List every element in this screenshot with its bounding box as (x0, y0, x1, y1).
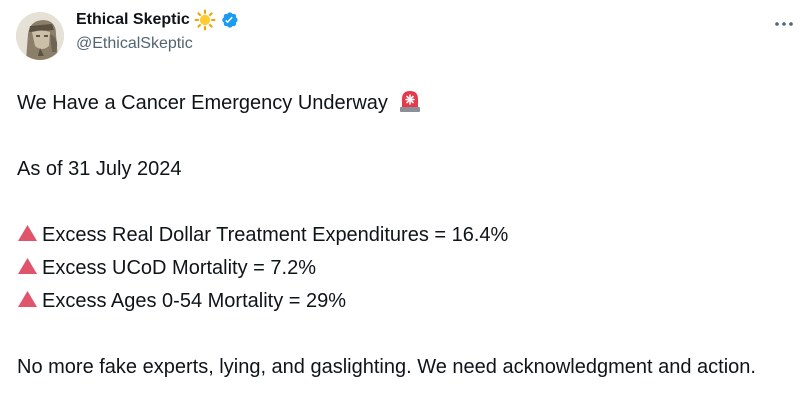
bullet-item: Excess Real Dollar Treatment Expenditure… (17, 219, 797, 252)
tweet: Ethical Skeptic @EthicalSkeptic We Have … (0, 0, 810, 418)
red-triangle-up-icon (18, 258, 37, 274)
closing-text: No more fake experts, lying, and gasligh… (17, 356, 756, 378)
bullet-item: Excess Ages 0-54 Mortality = 29% (17, 285, 797, 318)
author-handle[interactable]: @EthicalSkeptic (76, 35, 239, 53)
bullet-item: Excess UCoD Mortality = 7.2% (17, 252, 797, 285)
name-row: Ethical Skeptic (76, 9, 239, 31)
bullet-text: Excess Ages 0-54 Mortality = 29% (42, 290, 347, 312)
sun-icon (194, 9, 216, 31)
verified-badge-icon[interactable] (219, 10, 239, 30)
date-line: As of 31 July 2024 (17, 158, 182, 180)
more-options-button[interactable] (772, 12, 796, 36)
avatar[interactable] (16, 12, 64, 60)
bullet-text: Excess Real Dollar Treatment Expenditure… (42, 224, 509, 246)
tweet-body: We Have a Cancer Emergency Underway As o… (17, 87, 797, 384)
more-horizontal-icon (775, 22, 793, 26)
pharaoh-portrait-avatar-icon (16, 12, 64, 60)
red-triangle-up-icon (18, 225, 37, 241)
tweet-headline: We Have a Cancer Emergency Underway (17, 92, 388, 114)
bullet-text: Excess UCoD Mortality = 7.2% (42, 257, 316, 279)
author-block: Ethical Skeptic @EthicalSkeptic (76, 9, 239, 53)
headline-line: We Have a Cancer Emergency Underway (17, 87, 797, 120)
red-triangle-up-icon (18, 291, 37, 307)
author-name[interactable]: Ethical Skeptic (76, 11, 190, 29)
police-light-siren-icon (400, 91, 421, 112)
